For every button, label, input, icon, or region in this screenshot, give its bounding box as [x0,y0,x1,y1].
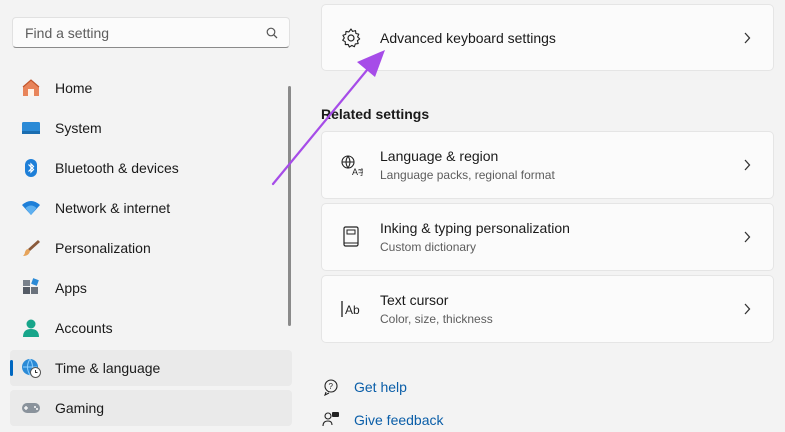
search-box[interactable] [12,17,290,48]
apps-icon [20,277,42,299]
advanced-keyboard-settings-card[interactable]: Advanced keyboard settings [321,4,774,71]
home-icon [20,77,42,99]
svg-text:?: ? [329,382,334,391]
get-help-label[interactable]: Get help [354,379,407,395]
sidebar-item-label: Accounts [55,320,113,336]
sidebar-item-label: Time & language [55,360,161,376]
card-subtitle: Custom dictionary [380,240,477,254]
give-feedback-link[interactable]: Give feedback [321,410,444,430]
brush-icon [20,237,42,259]
card-subtitle: Color, size, thickness [380,312,493,326]
help-icon: ? [321,377,341,397]
language-region-card[interactable]: A字 Language & region Language packs, reg… [321,131,774,199]
feedback-icon [321,410,341,430]
sidebar-item-label: Apps [55,280,87,296]
language-icon: A字 [339,153,363,177]
sidebar-nav: Home System Bluetooth & devices Network … [10,70,292,430]
card-title: Advanced keyboard settings [380,29,556,46]
text-cursor-card[interactable]: Ab Text cursor Color, size, thickness [321,275,774,343]
bluetooth-icon [20,157,42,179]
card-title: Language & region [380,148,499,164]
text-cursor-icon: Ab [339,297,363,321]
sidebar-scrollbar[interactable] [288,86,291,326]
chevron-right-icon [741,159,753,171]
sidebar-item-bluetooth[interactable]: Bluetooth & devices [10,150,292,186]
wifi-icon [20,197,42,219]
globe-clock-icon [20,357,42,379]
card-subtitle: Language packs, regional format [380,168,555,182]
selection-indicator [10,360,13,376]
chevron-right-icon [741,32,753,44]
sidebar-item-home[interactable]: Home [10,70,292,106]
sidebar-item-label: Personalization [55,240,151,256]
give-feedback-label[interactable]: Give feedback [354,412,444,428]
sidebar-item-accounts[interactable]: Accounts [10,310,292,346]
sidebar-item-personalization[interactable]: Personalization [10,230,292,266]
inking-typing-card[interactable]: Inking & typing personalization Custom d… [321,203,774,271]
accounts-icon [20,317,42,339]
gear-icon [339,26,363,50]
sidebar-item-label: System [55,120,102,136]
related-settings-heading: Related settings [321,106,430,122]
sidebar-item-apps[interactable]: Apps [10,270,292,306]
chevron-right-icon [741,231,753,243]
svg-text:字: 字 [358,167,363,177]
system-icon [20,117,42,139]
search-input[interactable] [23,23,265,42]
card-title: Inking & typing personalization [380,220,570,236]
sidebar-item-label: Bluetooth & devices [55,160,179,176]
sidebar-item-label: Gaming [55,400,105,416]
sidebar-item-time-language[interactable]: Time & language [10,350,292,386]
svg-text:Ab: Ab [345,303,360,317]
sidebar-item-system[interactable]: System [10,110,292,146]
sidebar-item-network[interactable]: Network & internet [10,190,292,226]
chevron-right-icon [741,303,753,315]
gamepad-icon [20,397,42,419]
card-title: Text cursor [380,292,449,308]
book-icon [339,225,363,249]
sidebar-item-label: Network & internet [55,200,171,216]
search-icon[interactable] [265,26,279,40]
sidebar-item-gaming[interactable]: Gaming [10,390,292,426]
get-help-link[interactable]: ? Get help [321,377,407,397]
sidebar-item-label: Home [55,80,93,96]
